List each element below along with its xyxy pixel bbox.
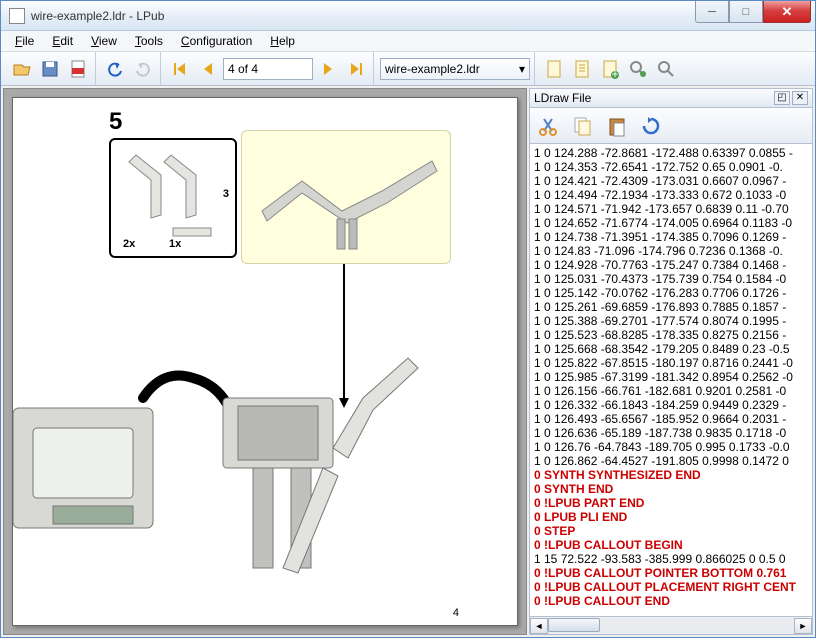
minimize-button[interactable]: ─ (695, 1, 729, 23)
code-line[interactable]: 1 0 125.822 -67.8515 -180.197 0.8716 0.2… (534, 356, 808, 370)
code-line[interactable]: 1 0 124.652 -71.6774 -174.005 0.6964 0.1… (534, 216, 808, 230)
panel-undock-icon[interactable]: ◰ (774, 91, 790, 105)
toolbar: wire-example2.ldr▾ + (1, 52, 815, 86)
code-line[interactable]: 1 0 124.738 -71.3951 -174.385 0.7096 0.1… (534, 230, 808, 244)
open-icon[interactable] (9, 56, 35, 82)
page-number: 4 (453, 607, 459, 619)
code-line[interactable]: 0 !LPUB PART END (534, 496, 808, 510)
code-line[interactable]: 1 0 125.668 -68.3542 -179.205 0.8489 0.2… (534, 342, 808, 356)
code-line[interactable]: 1 0 124.494 -72.1934 -173.333 0.672 0.10… (534, 188, 808, 202)
next-page-icon[interactable] (315, 56, 341, 82)
chevron-down-icon: ▾ (519, 62, 525, 76)
svg-text:+: + (611, 67, 618, 79)
code-line[interactable]: 0 !LPUB CALLOUT BEGIN (534, 538, 808, 552)
panel-toolbar (529, 108, 813, 144)
code-line[interactable]: 0 !LPUB CALLOUT PLACEMENT RIGHT CENT (534, 580, 808, 594)
menu-edit[interactable]: Edit (44, 32, 81, 50)
assembly-illustration (242, 131, 452, 265)
code-line[interactable]: 0 SYNTH SYNTHESIZED END (534, 468, 808, 482)
page-input[interactable] (223, 58, 313, 80)
part-label-3: 3 (223, 188, 229, 200)
scroll-track[interactable] (548, 618, 794, 634)
menubar: File Edit View Tools Configuration Help (1, 31, 815, 52)
file-dropdown[interactable]: wire-example2.ldr▾ (380, 58, 530, 80)
titlebar: wire-example2.ldr - LPub ─ □ ✕ (1, 1, 815, 31)
callout-assembly (241, 130, 451, 264)
parts-callout: 2x 1x 3 (109, 138, 237, 258)
window-buttons: ─ □ ✕ (695, 1, 815, 30)
code-line[interactable]: 1 0 125.142 -70.0762 -176.283 0.7706 0.1… (534, 286, 808, 300)
code-area[interactable]: 1 0 124.288 -72.8681 -172.488 0.63397 0.… (529, 144, 813, 617)
refresh-icon[interactable] (638, 113, 664, 139)
menu-file[interactable]: File (7, 32, 42, 50)
last-page-icon[interactable] (343, 56, 369, 82)
code-line[interactable]: 1 0 125.523 -68.8285 -178.335 0.8275 0.2… (534, 328, 808, 342)
main-model-illustration (13, 328, 453, 588)
code-line[interactable]: 1 15 72.522 -93.583 -385.999 0.866025 0 … (534, 552, 808, 566)
code-line[interactable]: 1 0 124.571 -71.942 -173.657 0.6839 0.11… (534, 202, 808, 216)
cut-icon[interactable] (536, 113, 562, 139)
code-line[interactable]: 1 0 124.353 -72.6541 -172.752 0.65 0.090… (534, 160, 808, 174)
panel-title: LDraw File (534, 91, 591, 105)
code-line[interactable]: 1 0 125.261 -69.6859 -176.893 0.7885 0.1… (534, 300, 808, 314)
app-window: wire-example2.ldr - LPub ─ □ ✕ File Edit… (0, 0, 816, 638)
menu-help[interactable]: Help (262, 32, 303, 50)
paste-icon[interactable] (604, 113, 630, 139)
app-icon (9, 8, 25, 24)
qty-1x: 1x (169, 238, 181, 250)
doc2-icon[interactable] (569, 56, 595, 82)
pdf-icon[interactable] (65, 56, 91, 82)
instruction-page: 5 (12, 97, 518, 626)
content-area: 5 (1, 86, 815, 637)
code-line[interactable]: 1 0 124.928 -70.7763 -175.247 0.7384 0.1… (534, 258, 808, 272)
copy-icon[interactable] (570, 113, 596, 139)
scroll-right-icon[interactable]: ► (794, 618, 812, 634)
undo-icon[interactable] (102, 56, 128, 82)
window-title: wire-example2.ldr - LPub (31, 9, 695, 23)
prev-page-icon[interactable] (195, 56, 221, 82)
maximize-button[interactable]: □ (729, 1, 763, 23)
redo-icon[interactable] (130, 56, 156, 82)
menu-tools[interactable]: Tools (127, 32, 171, 50)
code-line[interactable]: 0 !LPUB CALLOUT END (534, 594, 808, 608)
ldraw-panel: LDraw File ◰ ✕ 1 0 124.288 -72.8681 -172… (529, 88, 813, 635)
close-button[interactable]: ✕ (763, 1, 811, 23)
code-line[interactable]: 1 0 125.031 -70.4373 -175.739 0.754 0.15… (534, 272, 808, 286)
zoom-in-icon[interactable] (625, 56, 651, 82)
save-icon[interactable] (37, 56, 63, 82)
code-line[interactable]: 0 STEP (534, 524, 808, 538)
panel-close-icon[interactable]: ✕ (792, 91, 808, 105)
preview-pane[interactable]: 5 (3, 88, 527, 635)
scroll-left-icon[interactable]: ◄ (530, 618, 548, 634)
code-line[interactable]: 1 0 124.421 -72.4309 -173.031 0.6607 0.0… (534, 174, 808, 188)
code-line[interactable]: 0 SYNTH END (534, 482, 808, 496)
code-line[interactable]: 1 0 126.493 -65.6567 -185.952 0.9664 0.2… (534, 412, 808, 426)
horizontal-scrollbar[interactable]: ◄ ► (529, 617, 813, 635)
code-line[interactable]: 1 0 124.288 -72.8681 -172.488 0.63397 0.… (534, 146, 808, 160)
qty-2x: 2x (123, 238, 135, 250)
code-line[interactable]: 1 0 125.388 -69.2701 -177.574 0.8074 0.1… (534, 314, 808, 328)
zoom-icon[interactable] (653, 56, 679, 82)
code-line[interactable]: 1 0 126.156 -66.761 -182.681 0.9201 0.25… (534, 384, 808, 398)
code-line[interactable]: 0 !LPUB CALLOUT POINTER BOTTOM 0.761 (534, 566, 808, 580)
code-line[interactable]: 1 0 124.83 -71.096 -174.796 0.7236 0.136… (534, 244, 808, 258)
scroll-thumb[interactable] (548, 618, 600, 632)
step-number: 5 (109, 108, 122, 136)
panel-header: LDraw File ◰ ✕ (529, 88, 813, 108)
code-line[interactable]: 0 LPUB PLI END (534, 510, 808, 524)
code-line[interactable]: 1 0 126.332 -66.1843 -184.259 0.9449 0.2… (534, 398, 808, 412)
code-line[interactable]: 1 0 126.862 -64.4527 -191.805 0.9998 0.1… (534, 454, 808, 468)
menu-configuration[interactable]: Configuration (173, 32, 260, 50)
code-line[interactable]: 1 0 126.636 -65.189 -187.738 0.9835 0.17… (534, 426, 808, 440)
code-line[interactable]: 1 0 126.76 -64.7843 -189.705 0.995 0.173… (534, 440, 808, 454)
doc1-icon[interactable] (541, 56, 567, 82)
code-line[interactable]: 1 0 125.985 -67.3199 -181.342 0.8954 0.2… (534, 370, 808, 384)
doc3-icon[interactable]: + (597, 56, 623, 82)
first-page-icon[interactable] (167, 56, 193, 82)
menu-view[interactable]: View (83, 32, 125, 50)
